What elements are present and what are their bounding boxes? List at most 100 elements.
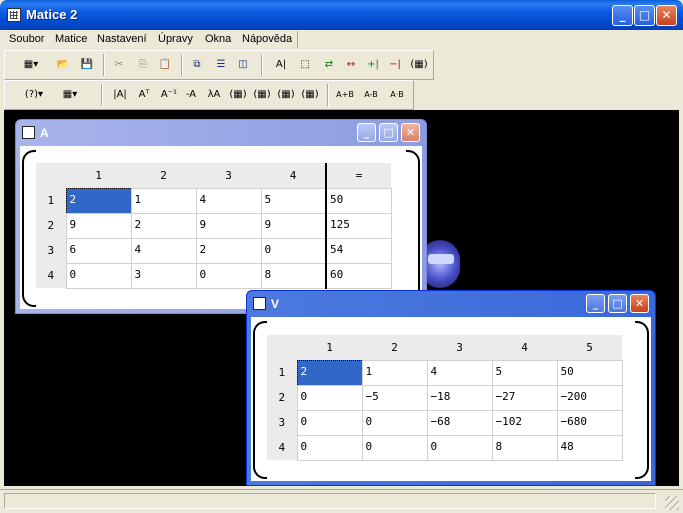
matrix-v-maximize-button[interactable]: □ [608,294,627,313]
menu-okna[interactable]: Okna [205,33,231,45]
column-header[interactable]: 2 [362,335,427,360]
matrix-cell[interactable]: 1 [130,187,197,214]
matrix-cell[interactable]: 4 [195,187,262,214]
menu-soubor[interactable]: Soubor [9,33,44,45]
column-header[interactable]: 3 [196,163,261,188]
menu-upravy[interactable]: Úpravy [158,33,193,45]
matrix-a-maximize-button[interactable]: □ [379,123,398,142]
matrix-op2-icon[interactable]: (▦) [251,86,273,104]
matrix-cell[interactable]: −200 [556,384,623,411]
matrix-cell[interactable]: 2 [65,187,132,214]
tile-horizontal-icon[interactable]: ☰ [211,56,231,74]
cut-icon[interactable]: ✂ [109,56,129,74]
matrix-a-minimize-button[interactable]: _ [357,123,376,142]
insert-column-icon[interactable]: +| [363,56,383,74]
matrix-cell[interactable]: 0 [195,262,262,289]
matrix-cell[interactable]: 9 [195,212,262,239]
matrix-cell[interactable]: 50 [325,187,392,214]
column-header[interactable]: 3 [427,335,492,360]
matrix-cell[interactable]: 0 [296,434,363,461]
column-header[interactable]: 5 [557,335,622,360]
matrix-cell[interactable]: 9 [65,212,132,239]
abs-a-icon[interactable]: |A| [109,86,131,104]
matrix-cell[interactable]: 5 [260,187,327,214]
matrix-cell[interactable]: 8 [260,262,327,289]
copy-icon[interactable]: ⎘ [133,56,153,74]
text-cursor-icon[interactable]: A| [271,56,291,74]
open-folder-icon[interactable]: 📂 [53,56,73,74]
matrix-cell[interactable]: 2 [195,237,262,264]
paste-icon[interactable]: 📋 [155,56,175,74]
matrix-cell[interactable]: −102 [491,409,558,436]
matrix-cell[interactable]: 50 [556,359,623,386]
delete-column-icon[interactable]: −| [385,56,405,74]
matrix-cell[interactable]: 8 [491,434,558,461]
matrix-cell[interactable]: 0 [296,384,363,411]
matrix-cell[interactable]: −27 [491,384,558,411]
minimize-button[interactable]: _ [612,5,633,26]
select-rect-icon[interactable]: ⬚ [295,56,315,74]
matrix-window-a[interactable]: A _ □ ✕ 1 2 3 4 = 1 2 1 4 5 50 2 9 2 9 9 125 3 6 4 2 0 54 4 0 3 0 8… [15,119,427,314]
matrix-a-close-button[interactable]: ✕ [401,123,420,142]
matrix-cell[interactable]: −680 [556,409,623,436]
matrix-cell[interactable]: −68 [426,409,493,436]
matrix-cell[interactable]: 5 [491,359,558,386]
column-header[interactable]: 1 [297,335,362,360]
scalar-multiply-icon[interactable]: λA [203,86,225,104]
matrix-cell[interactable]: 4 [426,359,493,386]
matrix-cell[interactable]: 60 [325,262,392,289]
menu-nastaveni[interactable]: Nastavení [97,33,147,45]
transpose-icon[interactable]: Aᵀ [133,86,155,104]
negate-icon[interactable]: -A [181,86,201,104]
matrix-cell[interactable]: 0 [260,237,327,264]
matrix-op4-icon[interactable]: (▦) [299,86,321,104]
matrix-cell[interactable]: 48 [556,434,623,461]
maximize-button[interactable]: □ [634,5,655,26]
row-header[interactable]: 3 [36,238,66,263]
determinant-dropdown-icon[interactable]: (?)▾ [17,86,51,104]
matrix-window-v-titlebar[interactable]: V _ □ ✕ [247,291,655,317]
add-icon[interactable]: A+B [333,86,357,104]
row-header[interactable]: 1 [36,188,66,213]
column-header[interactable]: 2 [131,163,196,188]
matrix-cell[interactable]: 9 [260,212,327,239]
matrix-cell[interactable]: 0 [296,409,363,436]
matrix-cell[interactable]: −18 [426,384,493,411]
column-header[interactable]: 1 [66,163,131,188]
matrix-cell[interactable]: 0 [426,434,493,461]
column-header[interactable]: = [325,163,391,188]
matrix-cell[interactable]: 2 [130,212,197,239]
matrix-cell[interactable]: 6 [65,237,132,264]
matrix-cell[interactable]: 125 [325,212,392,239]
matrix-type-dropdown-icon[interactable]: ▦▾ [55,86,85,104]
title-bar[interactable]: Matice 2 _ □ ✕ [0,0,683,30]
subtract-icon[interactable]: A-B [359,86,383,104]
row-header[interactable]: 4 [36,263,66,288]
row-header[interactable]: 3 [267,410,297,435]
matrix-window-a-titlebar[interactable]: A _ □ ✕ [16,120,426,146]
matrix-op1-icon[interactable]: (▦) [227,86,249,104]
column-header[interactable]: 4 [492,335,557,360]
matrix-cell[interactable]: 1 [361,359,428,386]
matrix-cell[interactable]: 0 [361,409,428,436]
row-swap-icon[interactable]: ⇄ [319,56,339,74]
matrix-dropdown-icon[interactable]: ▦▾ [17,56,45,74]
row-header[interactable]: 2 [36,213,66,238]
cascade-icon[interactable]: ⧉ [187,56,207,74]
column-header[interactable]: 4 [261,163,326,188]
matrix-cell[interactable]: −5 [361,384,428,411]
resize-grip[interactable] [665,496,679,510]
matrix-brackets-icon[interactable]: (▦) [407,56,431,74]
matrix-cell[interactable]: 3 [130,262,197,289]
matrix-cell[interactable]: 54 [325,237,392,264]
row-header[interactable]: 4 [267,435,297,460]
matrix-v-minimize-button[interactable]: _ [586,294,605,313]
matrix-op3-icon[interactable]: (▦) [275,86,297,104]
matrix-window-v[interactable]: V _ □ ✕ 1 2 3 4 5 1 2 1 4 5 50 2 0 −5 −18 −27 −200 3 0 0 −68… [246,290,656,486]
save-icon[interactable]: 💾 [77,56,97,74]
multiply-icon[interactable]: A·B [385,86,409,104]
matrix-cell[interactable]: 2 [296,359,363,386]
row-header[interactable]: 2 [267,385,297,410]
matrix-v-close-button[interactable]: ✕ [630,294,649,313]
menu-napoveda[interactable]: Nápověda [242,33,292,45]
